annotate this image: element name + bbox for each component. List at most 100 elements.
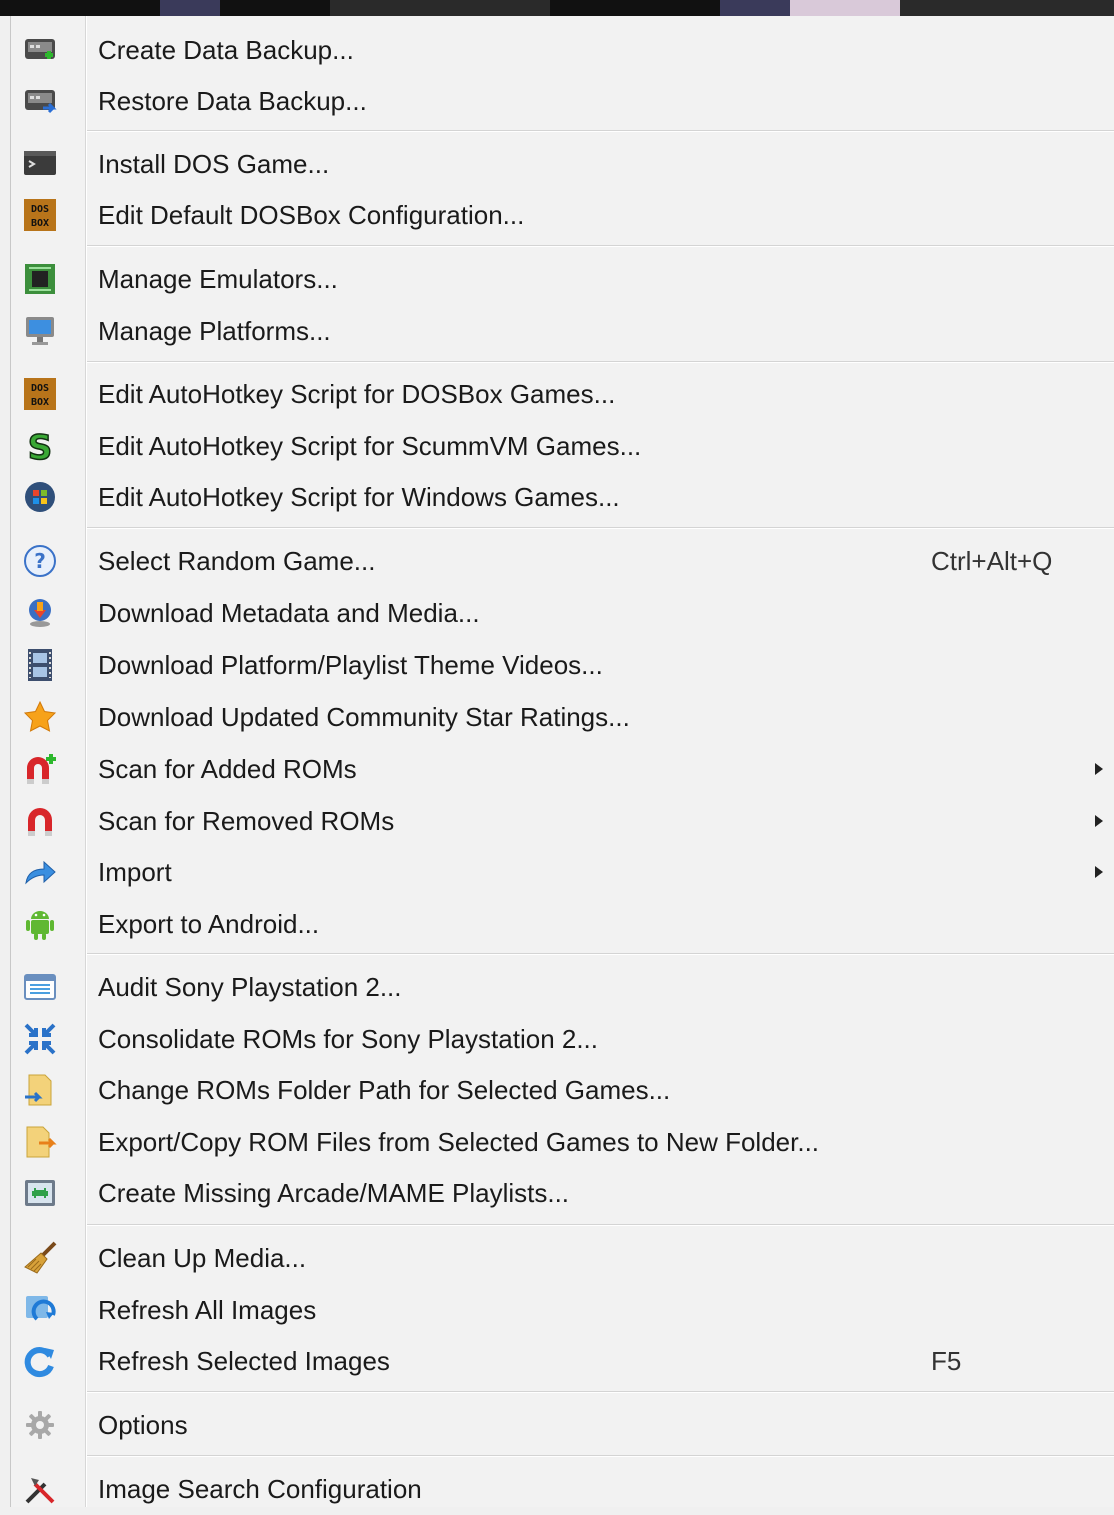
- scummvm-icon: S: [23, 429, 57, 463]
- dosbox-icon: DOS BOX: [23, 198, 57, 232]
- submenu-arrow-icon: [1095, 866, 1103, 878]
- menu-item-label: Download Updated Community Star Ratings.…: [98, 702, 630, 732]
- svg-text:S: S: [28, 429, 53, 463]
- import-arrow-icon: [23, 855, 57, 889]
- windows-orb-icon: [23, 480, 57, 514]
- download-icon: [23, 596, 57, 630]
- menu-item-label: Export/Copy ROM Files from Selected Game…: [98, 1127, 820, 1157]
- svg-text:DOS: DOS: [31, 383, 49, 394]
- menu-separator: [87, 1391, 1114, 1393]
- menu-item-select-random-game[interactable]: ? Select Random Game... Ctrl+Alt+Q: [11, 535, 1114, 587]
- menu-item-download-metadata-media[interactable]: Download Metadata and Media...: [11, 587, 1114, 639]
- broom-icon: [23, 1241, 57, 1275]
- menu-item-edit-ahk-scummvm[interactable]: S Edit AutoHotkey Script for ScummVM Gam…: [11, 420, 1114, 472]
- menu-item-label: Audit Sony Playstation 2...: [98, 972, 402, 1002]
- menu-item-create-data-backup[interactable]: Create Data Backup...: [11, 24, 1114, 76]
- menu-item-refresh-selected-images[interactable]: Refresh Selected Images F5: [11, 1335, 1114, 1387]
- svg-text:DOS: DOS: [31, 204, 49, 215]
- menu-item-edit-ahk-windows[interactable]: Edit AutoHotkey Script for Windows Games…: [11, 471, 1114, 523]
- menu-item-manage-emulators[interactable]: Manage Emulators...: [11, 253, 1114, 305]
- folder-export-icon: [23, 1125, 57, 1159]
- star-icon: [23, 700, 57, 734]
- svg-text:BOX: BOX: [31, 218, 49, 229]
- menu-item-label: Create Data Backup...: [98, 35, 354, 65]
- gear-icon: [23, 1408, 57, 1442]
- menu-item-label: Image Search Configuration: [98, 1474, 422, 1504]
- menu-item-import[interactable]: Import: [11, 846, 1114, 898]
- chip-icon: [23, 262, 57, 296]
- menu-item-scan-removed-roms[interactable]: Scan for Removed ROMs: [11, 795, 1114, 847]
- menu-item-edit-default-dosbox-config[interactable]: DOS BOX Edit Default DOSBox Configuration…: [11, 189, 1114, 241]
- submenu-arrow-icon: [1095, 763, 1103, 775]
- menu-item-label: Install DOS Game...: [98, 149, 330, 179]
- menu-item-label: Scan for Removed ROMs: [98, 806, 395, 836]
- menu-item-export-copy-rom-files[interactable]: Export/Copy ROM Files from Selected Game…: [11, 1116, 1114, 1168]
- menu-separator: [87, 1224, 1114, 1226]
- menu-item-label: Import: [98, 857, 172, 887]
- magnet-icon: [23, 804, 57, 838]
- backup-restore-icon: [23, 84, 57, 118]
- menu-item-label: Change ROMs Folder Path for Selected Gam…: [98, 1075, 671, 1105]
- menu-item-export-android[interactable]: Export to Android...: [11, 898, 1114, 950]
- dosbox-icon: DOS BOX: [23, 377, 57, 411]
- menu-item-label: Edit AutoHotkey Script for DOSBox Games.…: [98, 379, 616, 409]
- space-invader-icon: [23, 1176, 57, 1210]
- menu-separator: [87, 1455, 1114, 1457]
- terminal-icon: [23, 147, 57, 181]
- menu-item-options[interactable]: Options: [11, 1399, 1114, 1451]
- menu-separator: [87, 527, 1114, 529]
- menu-item-install-dos-game[interactable]: Install DOS Game...: [11, 138, 1114, 190]
- menu-item-label: Restore Data Backup...: [98, 86, 367, 116]
- menu-item-clean-up-media[interactable]: Clean Up Media...: [11, 1232, 1114, 1284]
- menu-item-change-roms-folder-path[interactable]: Change ROMs Folder Path for Selected Gam…: [11, 1064, 1114, 1116]
- menu-item-label: Download Metadata and Media...: [98, 598, 480, 628]
- menu-item-label: Export to Android...: [98, 909, 320, 939]
- backup-create-icon: [23, 33, 57, 67]
- menu-item-edit-ahk-dosbox[interactable]: DOS BOX Edit AutoHotkey Script for DOSBox…: [11, 368, 1114, 420]
- menu-item-download-theme-videos[interactable]: Download Platform/Playlist Theme Videos.…: [11, 639, 1114, 691]
- svg-text:BOX: BOX: [31, 397, 49, 408]
- magnet-add-icon: [23, 752, 57, 786]
- menu-separator: [87, 953, 1114, 955]
- background-window-strip: [0, 0, 1114, 16]
- android-icon: [23, 907, 57, 941]
- menu-item-label: Manage Platforms...: [98, 316, 331, 346]
- submenu-arrow-icon: [1095, 815, 1103, 827]
- menu-item-label: Options: [98, 1410, 188, 1440]
- menu-item-label: Download Platform/Playlist Theme Videos.…: [98, 650, 603, 680]
- menu-item-image-search-config[interactable]: Image Search Configuration: [11, 1463, 1114, 1515]
- folder-path-icon: [23, 1073, 57, 1107]
- menu-item-label: Clean Up Media...: [98, 1243, 307, 1273]
- monitor-icon: [23, 314, 57, 348]
- menu-item-label: Scan for Added ROMs: [98, 754, 357, 784]
- menu-item-label: Select Random Game...: [98, 546, 376, 576]
- menu-item-label: Refresh Selected Images: [98, 1346, 390, 1376]
- film-icon: [23, 648, 57, 682]
- calendar-icon: [23, 970, 57, 1004]
- menu-item-label: Edit AutoHotkey Script for ScummVM Games…: [98, 431, 642, 461]
- menu-item-consolidate-roms-ps2[interactable]: Consolidate ROMs for Sony Playstation 2.…: [11, 1013, 1114, 1065]
- menu-item-refresh-all-images[interactable]: Refresh All Images: [11, 1284, 1114, 1336]
- refresh-all-icon: [23, 1293, 57, 1327]
- menu-item-scan-added-roms[interactable]: Scan for Added ROMs: [11, 743, 1114, 795]
- menu-item-restore-data-backup[interactable]: Restore Data Backup...: [11, 75, 1114, 127]
- tools-icon: [23, 1472, 57, 1506]
- menu-item-shortcut: Ctrl+Alt+Q: [931, 546, 1053, 576]
- tools-context-menu: Create Data Backup... Restore Data Backu…: [10, 16, 1114, 1507]
- menu-item-create-mame-playlists[interactable]: Create Missing Arcade/MAME Playlists...: [11, 1167, 1114, 1219]
- question-icon: ?: [23, 544, 57, 578]
- menu-item-shortcut: F5: [931, 1346, 962, 1376]
- menu-item-audit-ps2[interactable]: Audit Sony Playstation 2...: [11, 961, 1114, 1013]
- menu-separator: [87, 361, 1114, 363]
- menu-item-label: Manage Emulators...: [98, 264, 338, 294]
- menu-item-download-star-ratings[interactable]: Download Updated Community Star Ratings.…: [11, 691, 1114, 743]
- menu-item-label: Create Missing Arcade/MAME Playlists...: [98, 1178, 570, 1208]
- menu-item-label: Consolidate ROMs for Sony Playstation 2.…: [98, 1024, 599, 1054]
- menu-item-manage-platforms[interactable]: Manage Platforms...: [11, 305, 1114, 357]
- menu-item-label: Refresh All Images: [98, 1295, 317, 1325]
- menu-separator: [87, 245, 1114, 247]
- refresh-icon: [23, 1344, 57, 1378]
- consolidate-arrows-icon: [23, 1022, 57, 1056]
- menu-item-label: Edit AutoHotkey Script for Windows Games…: [98, 482, 620, 512]
- menu-item-label: Edit Default DOSBox Configuration...: [98, 200, 525, 230]
